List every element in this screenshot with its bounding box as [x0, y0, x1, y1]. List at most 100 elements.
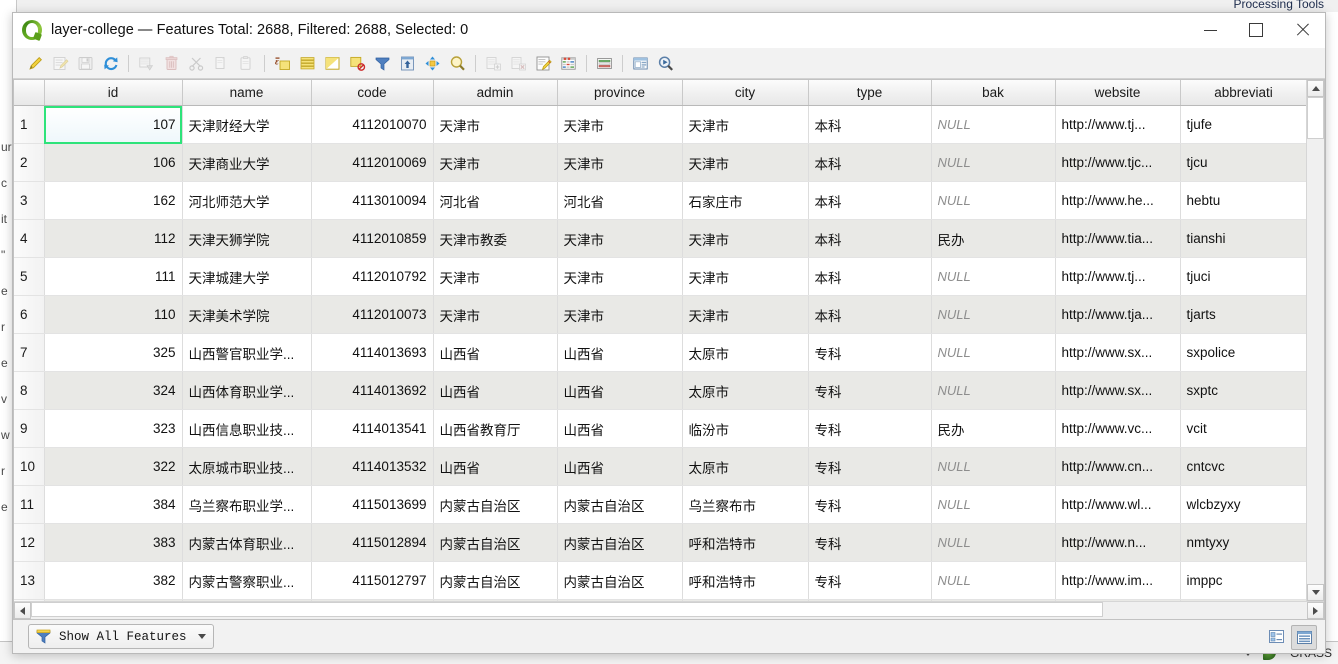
- cell-type[interactable]: 专科: [808, 524, 931, 562]
- column-header-id[interactable]: id: [44, 80, 182, 106]
- cell-website[interactable]: http://www.sx...: [1055, 372, 1180, 410]
- reload-table-button[interactable]: [98, 50, 123, 76]
- table-row[interactable]: 7325山西警官职业学...4114013693山西省山西省太原市专科NULLh…: [14, 334, 1306, 372]
- cell-id[interactable]: 110: [44, 296, 182, 334]
- cell-name[interactable]: 山西体育职业学...: [182, 372, 311, 410]
- cell-name[interactable]: 内蒙古体育职业...: [182, 524, 311, 562]
- row-number-header[interactable]: 2: [14, 144, 44, 182]
- row-number-header[interactable]: 4: [14, 220, 44, 258]
- cell-name[interactable]: 天津财经大学: [182, 106, 311, 144]
- cell-admin[interactable]: 内蒙古自治区: [433, 562, 557, 600]
- column-header-code[interactable]: code: [311, 80, 433, 106]
- cell-abbreviati[interactable]: tianshi: [1180, 220, 1306, 258]
- cell-province[interactable]: 天津市: [557, 220, 682, 258]
- cell-type[interactable]: 本科: [808, 296, 931, 334]
- cell-abbreviati[interactable]: sxpolice: [1180, 334, 1306, 372]
- toggle-editing-button[interactable]: [23, 50, 48, 76]
- cell-code[interactable]: 4114013692: [311, 372, 433, 410]
- cell-admin[interactable]: 山西省: [433, 448, 557, 486]
- cell-type[interactable]: 专科: [808, 410, 931, 448]
- cell-admin[interactable]: 山西省: [433, 372, 557, 410]
- cell-id[interactable]: 111: [44, 258, 182, 296]
- cell-type[interactable]: 专科: [808, 562, 931, 600]
- cell-code[interactable]: 4112010792: [311, 258, 433, 296]
- cell-admin[interactable]: 天津市: [433, 144, 557, 182]
- row-number-header[interactable]: 9: [14, 410, 44, 448]
- cell-website[interactable]: http://www.he...: [1055, 182, 1180, 220]
- cell-province[interactable]: 内蒙古自治区: [557, 562, 682, 600]
- cell-city[interactable]: 天津市: [682, 106, 808, 144]
- cell-id[interactable]: 322: [44, 448, 182, 486]
- cell-id[interactable]: 106: [44, 144, 182, 182]
- cell-bak[interactable]: NULL: [931, 562, 1055, 600]
- invert-selection-button[interactable]: [320, 50, 345, 76]
- zoom-to-selection-button[interactable]: [445, 50, 470, 76]
- cell-type[interactable]: 专科: [808, 372, 931, 410]
- cell-type[interactable]: 本科: [808, 106, 931, 144]
- cell-code[interactable]: 4114013694: [311, 600, 433, 602]
- cell-website[interactable]: http://www.tj...: [1055, 258, 1180, 296]
- table-row[interactable]: 5111天津城建大学4112010792天津市天津市天津市本科NULLhttp:…: [14, 258, 1306, 296]
- form-view-button[interactable]: [1264, 625, 1288, 648]
- cell-website[interactable]: http://www.sx...: [1055, 600, 1180, 602]
- cell-abbreviati[interactable]: wlcbzyxy: [1180, 486, 1306, 524]
- horizontal-scroll-thumb[interactable]: [31, 602, 1103, 617]
- cell-bak[interactable]: 民办: [931, 220, 1055, 258]
- column-header-bak[interactable]: bak: [931, 80, 1055, 106]
- row-number-header[interactable]: 3: [14, 182, 44, 220]
- row-number-header[interactable]: 12: [14, 524, 44, 562]
- column-header-abbreviati[interactable]: abbreviati: [1180, 80, 1306, 106]
- row-number-header[interactable]: 7: [14, 334, 44, 372]
- cell-bak[interactable]: NULL: [931, 600, 1055, 602]
- cell-website[interactable]: http://www.im...: [1055, 562, 1180, 600]
- vertical-scroll-track[interactable]: [1307, 97, 1324, 584]
- cell-province[interactable]: 河北省: [557, 182, 682, 220]
- cell-city[interactable]: 乌兰察布市: [682, 486, 808, 524]
- cell-type[interactable]: 专科: [808, 448, 931, 486]
- cell-id[interactable]: 112: [44, 220, 182, 258]
- cell-city[interactable]: 呼和浩特市: [682, 524, 808, 562]
- cell-id[interactable]: 162: [44, 182, 182, 220]
- minimize-button[interactable]: [1187, 13, 1233, 47]
- cell-code[interactable]: 4113010094: [311, 182, 433, 220]
- row-number-header[interactable]: 13: [14, 562, 44, 600]
- cell-name[interactable]: 天津城建大学: [182, 258, 311, 296]
- cell-admin[interactable]: 河北省: [433, 182, 557, 220]
- cell-province[interactable]: 天津市: [557, 106, 682, 144]
- cell-bak[interactable]: NULL: [931, 182, 1055, 220]
- move-selection-to-top-button[interactable]: [395, 50, 420, 76]
- cell-website[interactable]: http://www.wl...: [1055, 486, 1180, 524]
- cell-code[interactable]: 4114013693: [311, 334, 433, 372]
- organize-columns-button[interactable]: [592, 50, 617, 76]
- close-button[interactable]: [1279, 13, 1325, 47]
- cell-website[interactable]: http://www.n...: [1055, 524, 1180, 562]
- cell-bak[interactable]: NULL: [931, 258, 1055, 296]
- cell-city[interactable]: 呼和浩特市: [682, 562, 808, 600]
- cell-type[interactable]: 本科: [808, 182, 931, 220]
- cell-admin[interactable]: 天津市: [433, 296, 557, 334]
- cell-name[interactable]: 山西警官职业学...: [182, 334, 311, 372]
- column-header-admin[interactable]: admin: [433, 80, 557, 106]
- cell-website[interactable]: http://www.sx...: [1055, 334, 1180, 372]
- deselect-all-button[interactable]: [345, 50, 370, 76]
- cell-abbreviati[interactable]: tjuci: [1180, 258, 1306, 296]
- cell-abbreviati[interactable]: cntcvc: [1180, 448, 1306, 486]
- cell-code[interactable]: 4112010070: [311, 106, 433, 144]
- cell-admin[interactable]: 山西省: [433, 334, 557, 372]
- cell-city[interactable]: 天津市: [682, 258, 808, 296]
- cell-code[interactable]: 4115013699: [311, 486, 433, 524]
- cell-province[interactable]: 山西省: [557, 600, 682, 602]
- cell-id[interactable]: 323: [44, 410, 182, 448]
- cell-admin[interactable]: 天津市教委: [433, 220, 557, 258]
- cell-type[interactable]: 专科: [808, 600, 931, 602]
- table-row[interactable]: 9323山西信息职业技...4114013541山西省教育厅山西省临汾市专科民办…: [14, 410, 1306, 448]
- cell-name[interactable]: 内蒙古警察职业...: [182, 562, 311, 600]
- cell-province[interactable]: 内蒙古自治区: [557, 524, 682, 562]
- scroll-up-button[interactable]: [1307, 80, 1324, 97]
- cell-code[interactable]: 4114013541: [311, 410, 433, 448]
- cell-bak[interactable]: 民办: [931, 410, 1055, 448]
- scroll-down-button[interactable]: [1307, 584, 1324, 601]
- scroll-left-button[interactable]: [14, 602, 31, 619]
- column-header-province[interactable]: province: [557, 80, 682, 106]
- cell-code[interactable]: 4112010069: [311, 144, 433, 182]
